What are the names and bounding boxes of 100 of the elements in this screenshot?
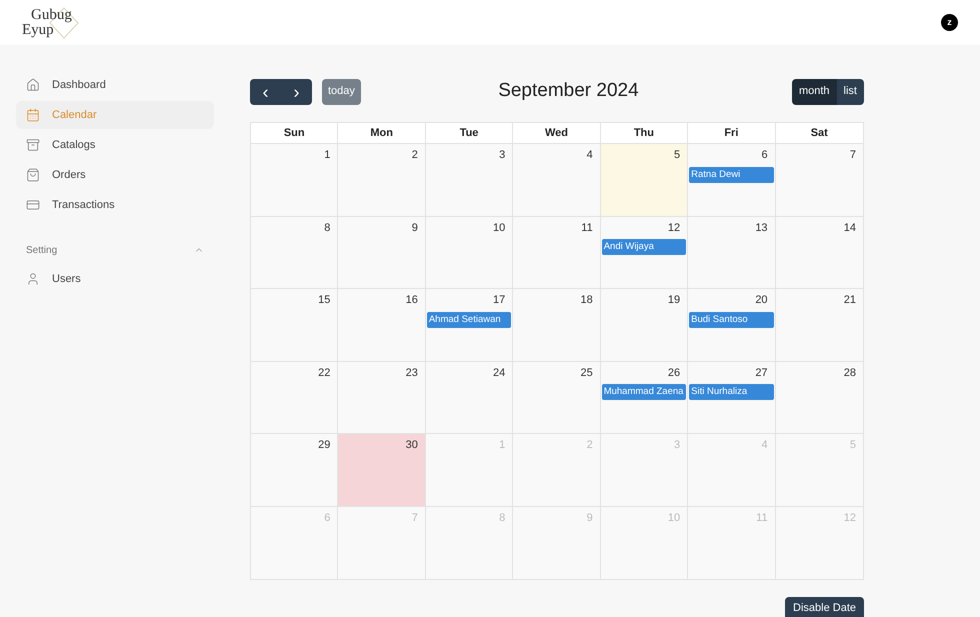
day-number: 28	[844, 366, 857, 381]
sidebar-item[interactable]: Dashboard	[16, 71, 214, 99]
day-number: 29	[318, 438, 332, 454]
day-number: 7	[412, 510, 419, 526]
day-number: 8	[499, 510, 506, 526]
day-number: 24	[493, 366, 506, 381]
day-number: 27	[755, 366, 769, 381]
calendar-event[interactable]: Andi Wijaya	[602, 239, 686, 256]
day-number: 9	[586, 510, 594, 526]
section-header[interactable]: Setting	[16, 237, 214, 263]
day-number: 12	[844, 510, 857, 526]
day-number: 5	[850, 438, 857, 454]
user-icon	[26, 272, 40, 286]
day-cell[interactable]: 7	[776, 144, 863, 216]
weekday-header: Fri	[688, 123, 776, 143]
user-avatar[interactable]: z	[941, 14, 958, 31]
day-number: 16	[406, 293, 419, 308]
calendar-event[interactable]: Siti Nurhaliza	[689, 384, 774, 400]
day-number: 10	[668, 510, 682, 526]
day-number: 4	[761, 438, 769, 454]
day-number: 26	[668, 366, 682, 381]
day-cell[interactable]: 18	[513, 289, 601, 361]
day-cell[interactable]: 24	[426, 362, 514, 434]
day-cell[interactable]: 3	[426, 144, 514, 216]
day-cell[interactable]: 13	[688, 216, 776, 288]
day-cell[interactable]: 12 Andi Wijaya	[600, 216, 688, 288]
sidebar-item[interactable]: Transactions	[16, 191, 214, 219]
sidebar-item[interactable]: Catalogs	[16, 131, 214, 159]
weekday-header: Thu	[600, 123, 688, 143]
weekday-header: Mon	[338, 123, 426, 143]
bag-icon	[26, 168, 40, 182]
prev-button[interactable]: ‹	[250, 78, 281, 104]
calendar-title: September 2024	[498, 79, 639, 104]
sidebar-item[interactable]: Users	[16, 265, 214, 293]
day-cell[interactable]: 4	[513, 144, 601, 216]
day-number: 11	[581, 220, 594, 236]
disable-date-button[interactable]: Disable Date	[785, 596, 864, 617]
day-number: 9	[412, 220, 419, 236]
day-number: 17	[493, 293, 506, 308]
day-number: 5	[674, 148, 682, 163]
day-number: 18	[580, 293, 594, 308]
day-cell[interactable]: 5	[600, 144, 688, 216]
day-number: 21	[844, 293, 857, 308]
day-cell[interactable]: 8	[251, 216, 338, 288]
day-number: 8	[324, 220, 332, 236]
day-cell[interactable]: 21	[776, 289, 863, 361]
weekday-header: Sat	[810, 126, 829, 141]
house-icon	[26, 78, 40, 92]
day-cell[interactable]: 11	[513, 216, 601, 288]
day-cell[interactable]: 9	[338, 216, 426, 288]
day-number: 6	[761, 148, 769, 163]
day-number: 25	[580, 366, 594, 381]
day-number: 1	[499, 438, 506, 454]
day-cell[interactable]: 19	[600, 289, 688, 361]
day-cell[interactable]: 17 Ahmad Setiawan	[426, 289, 514, 361]
day-cell[interactable]: 28	[776, 362, 863, 434]
view-tab[interactable]: list	[836, 78, 864, 104]
day-cell[interactable]: 23	[338, 362, 426, 434]
day-number: 7	[850, 148, 857, 163]
day-number: 6	[324, 510, 332, 526]
view-tab[interactable]: month	[792, 78, 837, 104]
day-number: 22	[318, 366, 332, 381]
day-number: 3	[674, 438, 682, 454]
next-button[interactable]: ›	[281, 78, 312, 104]
day-cell[interactable]: 22	[251, 362, 338, 434]
card-icon	[26, 198, 40, 212]
day-cell[interactable]: 10	[426, 216, 514, 288]
day-number: 19	[668, 293, 682, 308]
today-button[interactable]: today	[322, 78, 361, 104]
day-number: 1	[324, 148, 332, 163]
day-cell[interactable]: 25	[513, 362, 601, 434]
day-cell[interactable]: 20 Budi Santoso	[688, 289, 776, 361]
day-number: 11	[756, 510, 769, 526]
day-cell[interactable]: 6 Ratna Dewi	[688, 144, 776, 216]
day-number: 4	[586, 148, 594, 163]
day-cell[interactable]: 2	[338, 144, 426, 216]
day-number: 14	[844, 220, 857, 236]
day-number: 13	[755, 220, 769, 236]
sidebar-item[interactable]: Orders	[16, 161, 214, 189]
day-cell[interactable]: 14	[776, 216, 863, 288]
weekday-header: Wed	[513, 123, 601, 143]
day-number: 15	[318, 293, 332, 308]
day-cell[interactable]: 26 Muhammad Zaena	[600, 362, 688, 434]
day-cell[interactable]: 16	[338, 289, 426, 361]
weekday-header: Sun	[251, 123, 338, 143]
day-number: 10	[493, 220, 506, 236]
weekday-header: Tue	[426, 123, 514, 143]
day-cell[interactable]: 1	[251, 144, 338, 216]
day-number: 30	[406, 438, 419, 454]
day-cell[interactable]: 15	[251, 289, 338, 361]
calendar-event[interactable]: Ratna Dewi	[689, 166, 774, 182]
calendar-event[interactable]: Muhammad Zaena	[602, 384, 686, 400]
day-number: 12	[668, 220, 682, 236]
calendar-event[interactable]: Ahmad Setiawan	[426, 312, 512, 328]
day-cell[interactable]: 27 Siti Nurhaliza	[688, 362, 776, 434]
calendar-icon	[26, 108, 40, 122]
day-number: 23	[406, 366, 419, 381]
day-number: 3	[499, 148, 506, 163]
day-cell[interactable]: 29	[251, 434, 338, 506]
calendar-event[interactable]: Budi Santoso	[689, 312, 774, 328]
